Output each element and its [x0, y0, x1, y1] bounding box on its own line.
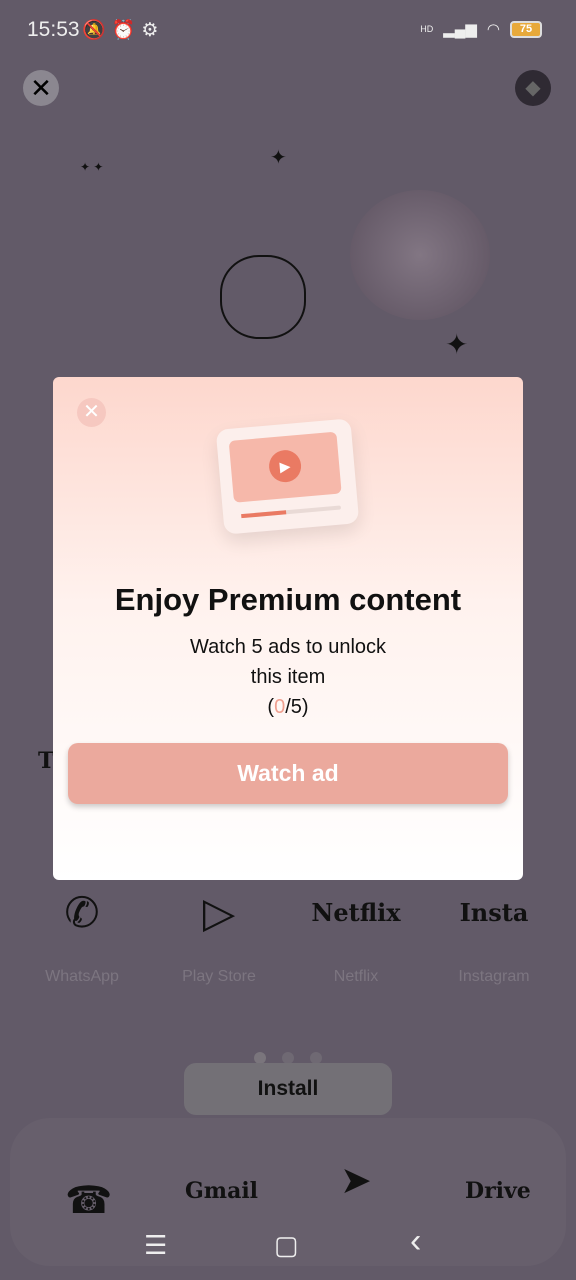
sparkle-icon: ✦ — [270, 147, 287, 169]
dialog-subtitle: Watch 5 ads to unlock this item (0/5) — [53, 632, 523, 722]
close-button[interactable]: ✕ — [23, 70, 59, 106]
app-whatsapp[interactable]: ✆ WhatsApp — [22, 880, 142, 990]
sparkle-icon: ✦ — [445, 329, 469, 360]
whatsapp-icon: ✆ — [64, 888, 100, 937]
status-bar: 15:53 🔕⏰⚙ HD ▂▄▆ ◠ 75 — [0, 0, 576, 60]
menu-nav-icon[interactable]: ☰ — [144, 1230, 167, 1261]
signal-bars-icon: ▂▄▆ — [443, 21, 477, 38]
back-nav-icon[interactable]: ‹ — [410, 1222, 421, 1261]
ad-progress: (0/5) — [267, 696, 309, 718]
video-illustration: ▶ — [215, 418, 360, 535]
dialog-title: Enjoy Premium content — [114, 582, 462, 617]
smiley-doodle — [220, 255, 306, 339]
premium-dialog: ✕ ▶ Enjoy Premium content Watch 5 ads to… — [53, 377, 523, 880]
drive-icon[interactable]: Drive — [465, 1178, 531, 1204]
battery-icon: 75 — [510, 20, 542, 38]
play-store-icon: ▷ — [202, 888, 236, 937]
install-button[interactable]: Install — [184, 1063, 392, 1115]
instagram-icon: Insta — [459, 898, 529, 927]
play-icon: ▶ — [267, 448, 303, 484]
app-play-store[interactable]: ▷ Play Store — [159, 880, 279, 990]
watch-ad-button[interactable]: Watch ad — [68, 743, 508, 804]
app-grid: ✆ WhatsApp ▷ Play Store Netflix Netflix Ins… — [0, 880, 576, 990]
netflix-icon: Netflix — [311, 898, 401, 927]
sparkle-icon: ✦ ✦ — [80, 160, 104, 174]
app-netflix[interactable]: Netflix Netflix — [296, 880, 416, 990]
home-nav-icon[interactable]: ▢ — [274, 1230, 299, 1261]
dialog-close-button[interactable]: ✕ — [77, 398, 106, 427]
partial-text: T — [38, 748, 55, 774]
telegram-icon[interactable]: ➤ — [340, 1158, 372, 1202]
wifi-icon: ◠ — [486, 21, 500, 38]
clock: 15:53 — [27, 18, 80, 41]
diamond-icon[interactable]: ◆ — [515, 70, 551, 106]
holographic-heart — [350, 190, 490, 320]
signal-icon: HD — [420, 24, 434, 34]
status-icons: 🔕⏰⚙ — [82, 20, 165, 41]
phone-icon[interactable]: ☎ — [65, 1178, 112, 1222]
app-instagram[interactable]: Insta Instagram — [434, 880, 554, 990]
gmail-icon[interactable]: Gmail — [185, 1178, 258, 1204]
